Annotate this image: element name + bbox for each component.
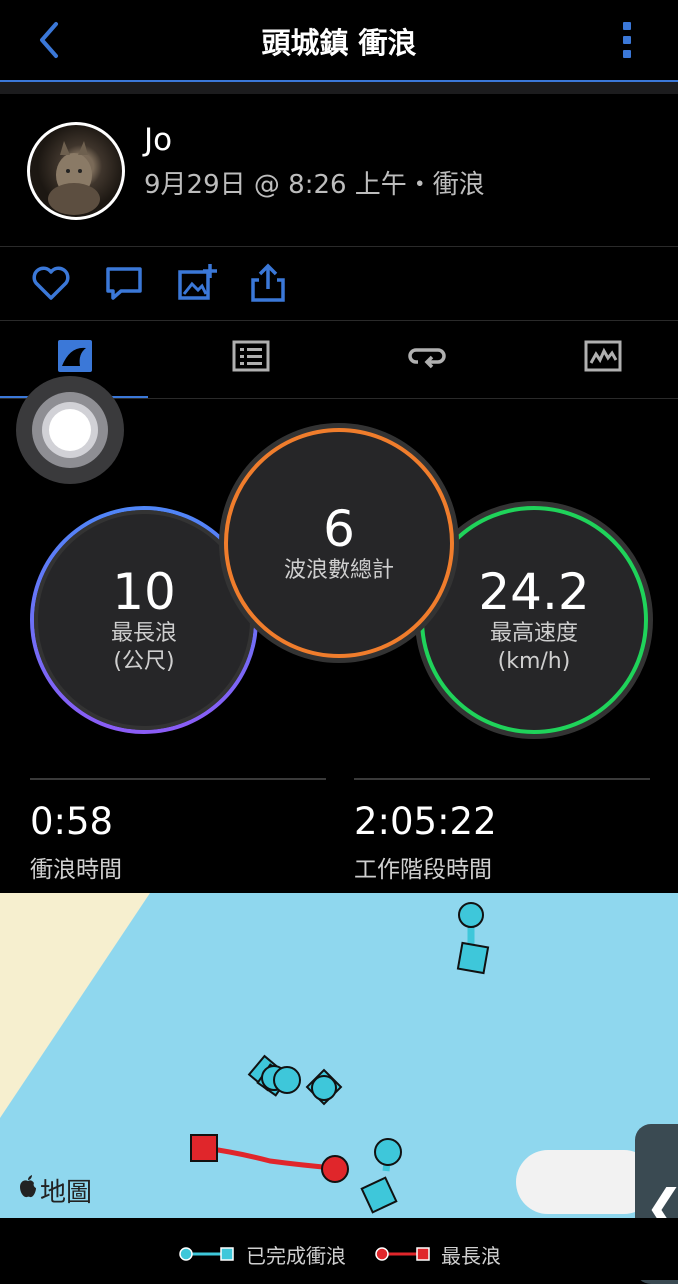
more-options-icon[interactable] [612, 18, 642, 62]
divider [0, 320, 678, 321]
surf-time-label: 衝浪時間 [30, 857, 122, 883]
total-waves-stat: 6 波浪數總計 [224, 428, 454, 658]
map-attribution: 地圖 [40, 1178, 93, 1208]
longest-wave-end-marker [190, 1134, 218, 1162]
user-name[interactable]: Jo [144, 122, 172, 158]
divider [0, 246, 678, 247]
wave-start-marker [374, 1138, 402, 1166]
session-time-label: 工作階段時間 [354, 857, 492, 883]
heart-icon[interactable] [30, 262, 72, 304]
wave-end-marker [456, 941, 490, 975]
legend-completed-label: 已完成衝浪 [246, 1244, 346, 1268]
stats-tab-icon[interactable] [56, 336, 96, 376]
share-icon[interactable] [247, 262, 289, 304]
apple-logo-icon [20, 1175, 36, 1198]
max-speed-unit: (km/h) [497, 649, 571, 674]
header-divider [0, 82, 678, 94]
avatar[interactable] [27, 122, 125, 220]
wave-start-marker [311, 1075, 337, 1101]
wave-end-marker [360, 1176, 398, 1214]
surf-time-value: 0:58 [30, 800, 114, 843]
activity-meta: 9月29日 @ 8:26 上午・衝浪 [144, 170, 485, 200]
total-waves-label: 波浪數總計 [283, 558, 394, 583]
longest-wave-unit: (公尺) [113, 649, 175, 674]
wave-start-marker [458, 902, 484, 928]
session-time-value: 2:05:22 [354, 800, 497, 843]
longest-wave-label: 最長浪 [110, 621, 177, 646]
completed-wave-legend-icon [179, 1247, 234, 1261]
longest-wave-start-marker [321, 1155, 349, 1183]
divider [30, 778, 326, 780]
divider [354, 778, 650, 780]
page-title: 頭城鎮 衝浪 [261, 26, 417, 60]
chart-tab-icon[interactable] [584, 336, 624, 376]
comment-icon[interactable] [103, 262, 145, 304]
loop-tab-icon[interactable] [408, 336, 448, 376]
legend-longest-label: 最長浪 [441, 1244, 501, 1268]
total-waves-value: 6 [323, 500, 355, 558]
list-tab-icon[interactable] [232, 336, 272, 376]
assistive-touch-button[interactable] [16, 376, 124, 484]
max-speed-label: 最高速度 [489, 621, 578, 646]
max-speed-stat: 24.2 最高速度 (km/h) [420, 506, 648, 734]
longest-wave-legend-icon [375, 1247, 430, 1261]
wave-start-marker [273, 1066, 301, 1094]
longest-wave-value: 10 [112, 563, 176, 621]
add-photo-icon[interactable] [176, 262, 218, 304]
max-speed-value: 24.2 [478, 563, 590, 621]
